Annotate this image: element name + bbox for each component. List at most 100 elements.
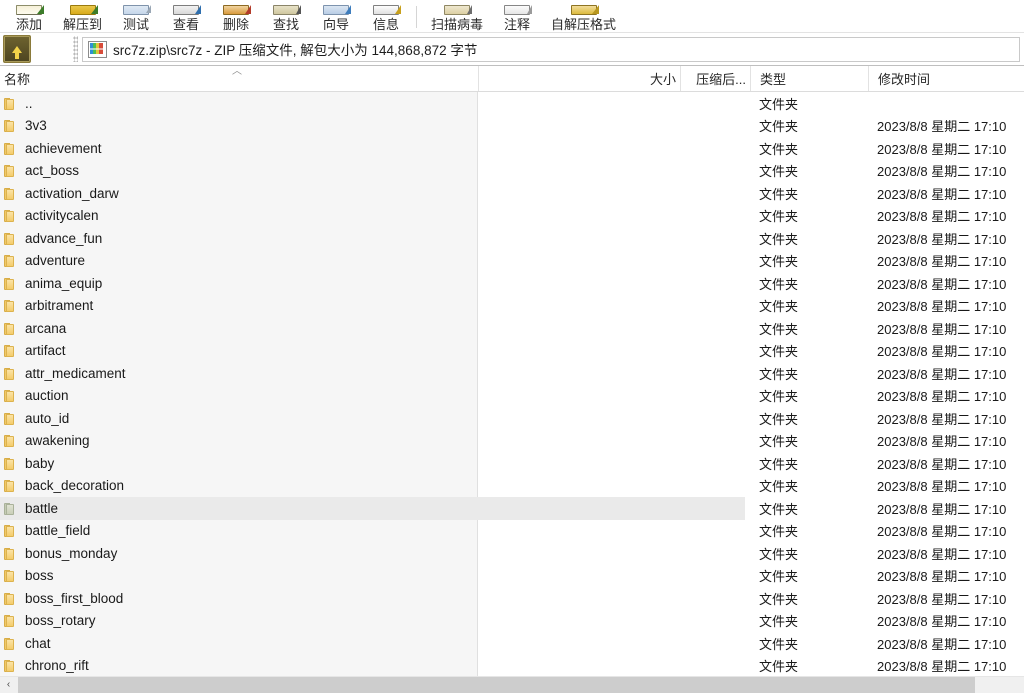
folder-icon: [4, 322, 17, 335]
cell-modified: 2023/8/8 星期二 17:10: [877, 389, 1007, 405]
file-list-row[interactable]: artifact 文件夹 2023/8/8 星期二 17:10: [0, 340, 1024, 363]
toolbar-button-info[interactable]: 信息: [361, 0, 411, 32]
file-list-row[interactable]: adventure 文件夹 2023/8/8 星期二 17:10: [0, 250, 1024, 273]
column-header-name[interactable]: 名称 ︿: [0, 66, 478, 91]
file-list-row[interactable]: awakening 文件夹 2023/8/8 星期二 17:10: [0, 430, 1024, 453]
file-list-row[interactable]: bonus_monday 文件夹 2023/8/8 星期二 17:10: [0, 542, 1024, 565]
cell-packed: [680, 475, 750, 498]
toolbar-button-find[interactable]: 查找: [261, 0, 311, 32]
file-list-row[interactable]: auction 文件夹 2023/8/8 星期二 17:10: [0, 385, 1024, 408]
cell-packed: [680, 182, 750, 205]
toolbar-button-comment[interactable]: 注释: [492, 0, 542, 32]
cell-packed: [680, 115, 750, 138]
file-list[interactable]: .. 文件夹 3v3 文件夹 2023/8/8 星期二 17:10 achievement…: [0, 92, 1024, 676]
file-list-row[interactable]: activation_darw 文件夹 2023/8/8 星期二 17:10: [0, 182, 1024, 205]
cell-packed: [680, 497, 750, 520]
file-list-row[interactable]: advance_fun 文件夹 2023/8/8 星期二 17:10: [0, 227, 1024, 250]
cell-type: 文件夹: [759, 164, 799, 180]
column-header-type[interactable]: 类型: [750, 66, 868, 91]
cell-modified: 2023/8/8 星期二 17:10: [877, 501, 1007, 517]
toolbar-button-find-label: 查找: [273, 17, 300, 32]
folder-icon: [4, 592, 17, 605]
address-bar: src7z.zip\src7z - ZIP 压缩文件, 解包大小为 144,86…: [0, 33, 1024, 66]
file-list-row[interactable]: chrono_rift 文件夹 2023/8/8 星期二 17:10: [0, 655, 1024, 677]
folder-icon: [4, 119, 17, 133]
cell-type: 文件夹: [759, 659, 799, 675]
file-list-row[interactable]: baby 文件夹 2023/8/8 星期二 17:10: [0, 452, 1024, 475]
cell-modified: 2023/8/8 星期二 17:10: [877, 479, 1007, 495]
cell-name: chrono_rift: [0, 655, 478, 677]
cell-packed: [680, 542, 750, 565]
horizontal-scrollbar[interactable]: ‹: [0, 676, 1024, 693]
toolbar-button-add[interactable]: 添加: [4, 0, 54, 32]
cell-name: arcana: [0, 317, 478, 340]
sfx-icon: [568, 5, 600, 16]
toolbar-grip[interactable]: [73, 36, 78, 62]
comment-icon: [501, 5, 533, 16]
file-list-row[interactable]: auto_id 文件夹 2023/8/8 星期二 17:10: [0, 407, 1024, 430]
file-list-row[interactable]: arbitrament 文件夹 2023/8/8 星期二 17:10: [0, 295, 1024, 318]
file-list-row[interactable]: activitycalen 文件夹 2023/8/8 星期二 17:10: [0, 205, 1024, 228]
file-name-label: bonus_monday: [25, 545, 118, 561]
horizontal-scrollbar-thumb[interactable]: [18, 677, 975, 693]
file-name-label: adventure: [25, 253, 86, 269]
cell-type: 文件夹: [759, 344, 799, 360]
folder-icon: [4, 457, 17, 470]
cell-type: 文件夹: [759, 276, 799, 292]
cell-name: battle_field: [0, 520, 478, 543]
toolbar-button-virus-label: 扫描病毒: [431, 17, 484, 32]
column-header-size[interactable]: 大小: [478, 66, 680, 91]
cell-packed: [680, 205, 750, 228]
file-list-row[interactable]: battle 文件夹 2023/8/8 星期二 17:10: [0, 497, 1024, 520]
cell-size: [478, 182, 680, 205]
up-one-level-button[interactable]: [3, 35, 31, 63]
file-list-row[interactable]: achievement 文件夹 2023/8/8 星期二 17:10: [0, 137, 1024, 160]
cell-modified: 2023/8/8 星期二 17:10: [877, 411, 1007, 427]
folder-icon: [4, 524, 17, 538]
file-list-row[interactable]: .. 文件夹: [0, 92, 1024, 115]
file-list-row[interactable]: arcana 文件夹 2023/8/8 星期二 17:10: [0, 317, 1024, 340]
toolbar-separator: [416, 6, 418, 28]
column-header-packed[interactable]: 压缩后...: [680, 66, 750, 91]
file-list-row[interactable]: battle_field 文件夹 2023/8/8 星期二 17:10: [0, 520, 1024, 543]
cell-size: [478, 452, 680, 475]
file-list-row[interactable]: boss_first_blood 文件夹 2023/8/8 星期二 17:10: [0, 587, 1024, 610]
toolbar-button-wizard[interactable]: 向导: [311, 0, 361, 32]
folder-icon: [4, 637, 17, 650]
file-list-row[interactable]: boss 文件夹 2023/8/8 星期二 17:10: [0, 565, 1024, 588]
cell-type: 文件夹: [759, 456, 799, 472]
toolbar-button-view[interactable]: 查看: [161, 0, 211, 32]
cell-size: [478, 272, 680, 295]
scroll-left-arrow-icon[interactable]: ‹: [0, 677, 17, 693]
toolbar-button-wizard-label: 向导: [323, 17, 350, 32]
toolbar-button-extract[interactable]: 解压到: [54, 0, 111, 32]
column-header-modified[interactable]: 修改时间: [868, 66, 1024, 91]
toolbar-button-sfx[interactable]: 自解压格式: [542, 0, 625, 32]
cell-modified: 2023/8/8 星期二 17:10: [877, 276, 1007, 292]
toolbar-button-test[interactable]: 测试: [111, 0, 161, 32]
file-list-row[interactable]: anima_equip 文件夹 2023/8/8 星期二 17:10: [0, 272, 1024, 295]
cell-name: auction: [0, 385, 478, 408]
archive-path-input[interactable]: src7z.zip\src7z - ZIP 压缩文件, 解包大小为 144,86…: [82, 36, 1020, 62]
cell-modified: 2023/8/8 星期二 17:10: [877, 186, 1007, 202]
folder-icon: [4, 412, 17, 425]
toolbar-button-virus[interactable]: 扫描病毒: [422, 0, 492, 32]
file-list-row[interactable]: act_boss 文件夹 2023/8/8 星期二 17:10: [0, 160, 1024, 183]
cell-packed: [680, 632, 750, 655]
cell-type: 文件夹: [759, 321, 799, 337]
cell-size: [478, 542, 680, 565]
cell-name: auto_id: [0, 407, 478, 430]
file-list-row[interactable]: 3v3 文件夹 2023/8/8 星期二 17:10: [0, 115, 1024, 138]
cell-type: 文件夹: [759, 501, 799, 517]
file-list-row[interactable]: boss_rotary 文件夹 2023/8/8 星期二 17:10: [0, 610, 1024, 633]
file-name-label: arcana: [25, 320, 67, 336]
add-archive-icon: [13, 5, 45, 16]
cell-packed: [680, 565, 750, 588]
file-list-row[interactable]: back_decoration 文件夹 2023/8/8 星期二 17:10: [0, 475, 1024, 498]
file-list-row[interactable]: attr_medicament 文件夹 2023/8/8 星期二 17:10: [0, 362, 1024, 385]
folder-icon: [4, 277, 17, 290]
cell-packed: [680, 317, 750, 340]
file-list-row[interactable]: chat 文件夹 2023/8/8 星期二 17:10: [0, 632, 1024, 655]
toolbar-button-del[interactable]: 删除: [211, 0, 261, 32]
file-name-label: anima_equip: [25, 275, 103, 291]
